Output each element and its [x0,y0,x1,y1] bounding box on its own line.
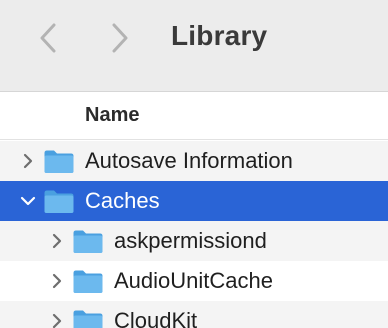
file-list: Autosave Information Caches askpermissio… [0,141,388,328]
chevron-right-icon [112,23,128,53]
name-column-header[interactable]: Name [0,92,388,140]
list-item-caches[interactable]: Caches [0,181,388,221]
disclosure-chevron-down-icon[interactable] [20,193,36,209]
list-item-label: Caches [85,188,160,213]
list-item-label: Autosave Information [85,148,293,173]
folder-icon [44,190,74,213]
window-title: Library [171,20,268,51]
list-item-askpermissiond[interactable]: askpermissiond [0,221,388,261]
chevron-left-icon [40,23,56,53]
list-item-audiounitcache[interactable]: AudioUnitCache [0,261,388,301]
list-item-cloudkit[interactable]: CloudKit [0,301,388,328]
toolbar: Library [0,0,388,92]
back-button[interactable] [32,18,64,58]
folder-icon [44,150,74,173]
folder-icon [73,310,103,328]
list-item-label: askpermissiond [114,228,267,253]
forward-button[interactable] [104,18,136,58]
list-item-autosave-information[interactable]: Autosave Information [0,141,388,181]
column-header-label: Name [85,104,140,126]
list-item-label: AudioUnitCache [114,268,273,293]
list-item-label: CloudKit [114,308,198,328]
disclosure-chevron-right-icon[interactable] [49,273,65,289]
finder-window: Library Name Autosave Information Caches [0,0,388,328]
disclosure-chevron-right-icon[interactable] [49,233,65,249]
folder-icon [73,270,103,293]
disclosure-chevron-right-icon[interactable] [49,313,65,328]
disclosure-chevron-right-icon[interactable] [20,153,36,169]
folder-icon [73,230,103,253]
